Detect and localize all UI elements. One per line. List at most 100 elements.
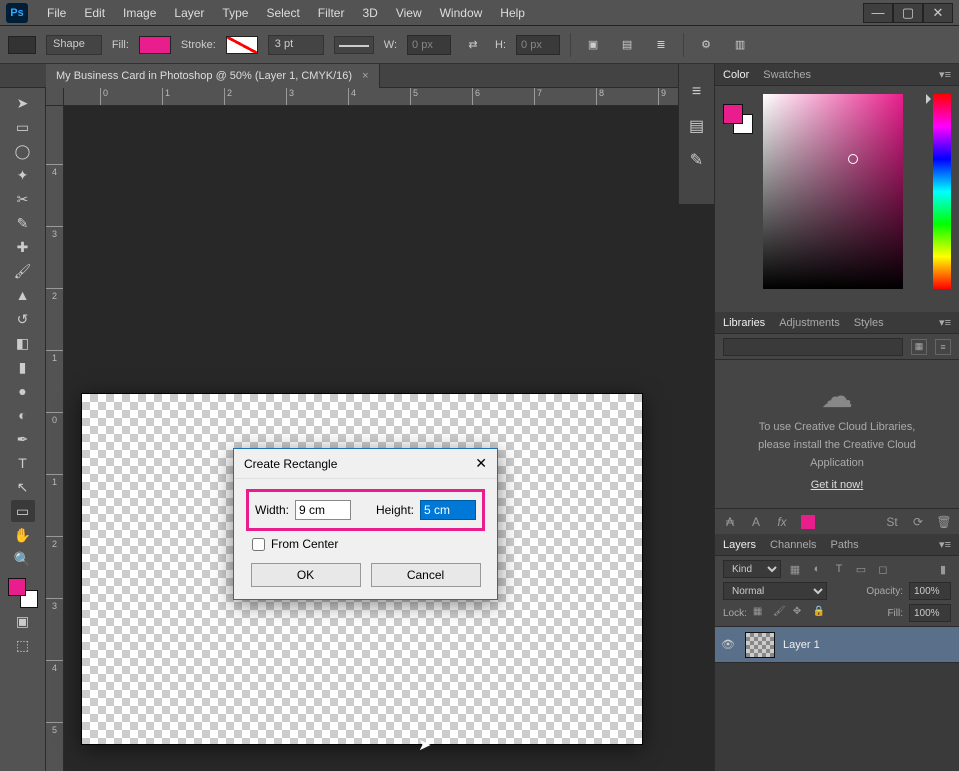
menu-3d[interactable]: 3D xyxy=(353,6,386,20)
menu-image[interactable]: Image xyxy=(114,6,165,20)
lock-artboard-icon[interactable]: 🔒 xyxy=(813,606,827,620)
character-style-icon[interactable]: ₳ xyxy=(723,515,737,529)
history-brush-tool-icon[interactable]: ↺ xyxy=(11,308,35,330)
minimize-button[interactable]: — xyxy=(863,3,893,23)
document-tab[interactable]: My Business Card in Photoshop @ 50% (Lay… xyxy=(46,64,380,88)
trash-icon[interactable]: 🗑 xyxy=(937,515,951,529)
menu-layer[interactable]: Layer xyxy=(165,6,213,20)
clone-stamp-tool-icon[interactable]: ▲ xyxy=(11,284,35,306)
close-icon[interactable]: ✕ xyxy=(475,455,487,472)
tool-preset-picker[interactable] xyxy=(8,36,36,54)
filter-adjustment-icon[interactable]: ◐ xyxy=(809,561,825,577)
menu-help[interactable]: Help xyxy=(491,6,534,20)
libraries-stock-icon[interactable]: St xyxy=(885,515,899,529)
eyedropper-tool-icon[interactable]: ✎ xyxy=(11,212,35,234)
filter-shape-icon[interactable]: ▭ xyxy=(853,561,869,577)
tab-libraries[interactable]: Libraries xyxy=(723,317,765,329)
layer-filter-kind[interactable]: Kind xyxy=(723,560,781,578)
color-field[interactable] xyxy=(763,94,903,289)
list-view-icon[interactable]: ≡ xyxy=(935,339,951,355)
layer-thumbnail[interactable] xyxy=(745,632,775,658)
screen-mode-icon[interactable]: ⬚ xyxy=(11,634,35,656)
brush-tool-icon[interactable]: 🖌 xyxy=(11,260,35,282)
menu-type[interactable]: Type xyxy=(213,6,257,20)
pen-tool-icon[interactable]: ✒ xyxy=(11,428,35,450)
color-swatches[interactable] xyxy=(8,578,38,608)
align-edges-icon[interactable]: ▥ xyxy=(728,34,752,56)
foreground-color-swatch[interactable] xyxy=(8,578,26,596)
path-arrangement-icon[interactable]: ≣ xyxy=(649,34,673,56)
eraser-tool-icon[interactable]: ◧ xyxy=(11,332,35,354)
vertical-ruler[interactable]: 4 3 2 1 0 1 2 3 4 5 6 xyxy=(46,106,64,771)
menu-select[interactable]: Select xyxy=(257,6,308,20)
magic-wand-tool-icon[interactable]: ✦ xyxy=(11,164,35,186)
library-color-swatch[interactable] xyxy=(801,515,815,529)
path-alignment-icon[interactable]: ▤ xyxy=(615,34,639,56)
gear-icon[interactable]: ⚙ xyxy=(694,34,718,56)
height-field[interactable] xyxy=(516,35,560,55)
tab-channels[interactable]: Channels xyxy=(770,539,816,551)
panel-menu-icon[interactable]: ▾≡ xyxy=(939,68,951,81)
tab-layers[interactable]: Layers xyxy=(723,539,756,551)
type-tool-icon[interactable]: T xyxy=(11,452,35,474)
color-picker-handle[interactable] xyxy=(848,154,858,164)
menu-file[interactable]: File xyxy=(38,6,75,20)
mini-foreground-swatch[interactable] xyxy=(723,104,743,124)
healing-brush-tool-icon[interactable]: ✚ xyxy=(11,236,35,258)
path-operations-icon[interactable]: ▣ xyxy=(581,34,605,56)
filter-smart-icon[interactable]: ◻ xyxy=(875,561,891,577)
stroke-weight-field[interactable]: 3 pt xyxy=(268,35,324,55)
mini-swatches[interactable] xyxy=(723,104,753,134)
filter-type-icon[interactable]: T xyxy=(831,561,847,577)
get-it-now-link[interactable]: Get it now! xyxy=(811,479,864,491)
visibility-eye-icon[interactable]: 👁 xyxy=(721,638,737,651)
tab-paths[interactable]: Paths xyxy=(831,539,859,551)
panel-menu-icon[interactable]: ▾≡ xyxy=(939,316,951,329)
tab-swatches[interactable]: Swatches xyxy=(763,69,811,81)
filter-pixel-icon[interactable]: ▦ xyxy=(787,561,803,577)
tool-mode-select[interactable]: Shape xyxy=(46,35,102,55)
marquee-tool-icon[interactable]: ▭ xyxy=(11,116,35,138)
menu-view[interactable]: View xyxy=(387,6,431,20)
panel-menu-icon[interactable]: ▾≡ xyxy=(939,538,951,551)
width-field[interactable] xyxy=(407,35,451,55)
hue-slider[interactable] xyxy=(933,94,951,289)
menu-filter[interactable]: Filter xyxy=(309,6,354,20)
close-tab-icon[interactable]: × xyxy=(362,70,368,82)
libraries-sync-icon[interactable]: ⟳ xyxy=(911,515,925,529)
blend-mode-select[interactable]: Normal xyxy=(723,582,827,600)
history-panel-icon[interactable]: ≡ xyxy=(686,84,708,100)
width-input[interactable] xyxy=(295,500,351,520)
menu-edit[interactable]: Edit xyxy=(75,6,114,20)
close-button[interactable]: ✕ xyxy=(923,3,953,23)
quick-mask-icon[interactable]: ▣ xyxy=(11,610,35,632)
dialog-titlebar[interactable]: Create Rectangle ✕ xyxy=(234,449,497,479)
from-center-checkbox[interactable] xyxy=(252,538,265,551)
zoom-tool-icon[interactable]: 🔍 xyxy=(11,548,35,570)
fill-field[interactable] xyxy=(909,604,951,622)
height-input[interactable] xyxy=(420,500,476,520)
menu-window[interactable]: Window xyxy=(431,6,492,20)
filter-toggle-icon[interactable]: ▮ xyxy=(935,561,951,577)
gradient-tool-icon[interactable]: ▮ xyxy=(11,356,35,378)
fill-color-swatch[interactable] xyxy=(139,36,171,54)
move-tool-icon[interactable]: ➤ xyxy=(11,92,35,114)
tab-styles[interactable]: Styles xyxy=(854,317,884,329)
ok-button[interactable]: OK xyxy=(251,563,361,587)
lasso-tool-icon[interactable]: ◯ xyxy=(11,140,35,162)
cancel-button[interactable]: Cancel xyxy=(371,563,481,587)
layer-name[interactable]: Layer 1 xyxy=(783,639,820,651)
link-wh-icon[interactable]: ⇄ xyxy=(461,34,485,56)
tab-adjustments[interactable]: Adjustments xyxy=(779,317,840,329)
stroke-style-select[interactable] xyxy=(334,36,374,54)
layer-style-icon[interactable]: fx xyxy=(775,515,789,529)
info-panel-icon[interactable]: ✎ xyxy=(686,152,708,168)
lock-pixels-icon[interactable]: 🖌 xyxy=(773,606,787,620)
path-selection-tool-icon[interactable]: ↖ xyxy=(11,476,35,498)
layer-row[interactable]: 👁 Layer 1 xyxy=(715,627,959,663)
paragraph-style-icon[interactable]: A xyxy=(749,515,763,529)
tab-color[interactable]: Color xyxy=(723,69,749,81)
ruler-origin[interactable] xyxy=(46,88,64,106)
stroke-color-swatch[interactable] xyxy=(226,36,258,54)
library-dropdown[interactable] xyxy=(723,338,903,356)
